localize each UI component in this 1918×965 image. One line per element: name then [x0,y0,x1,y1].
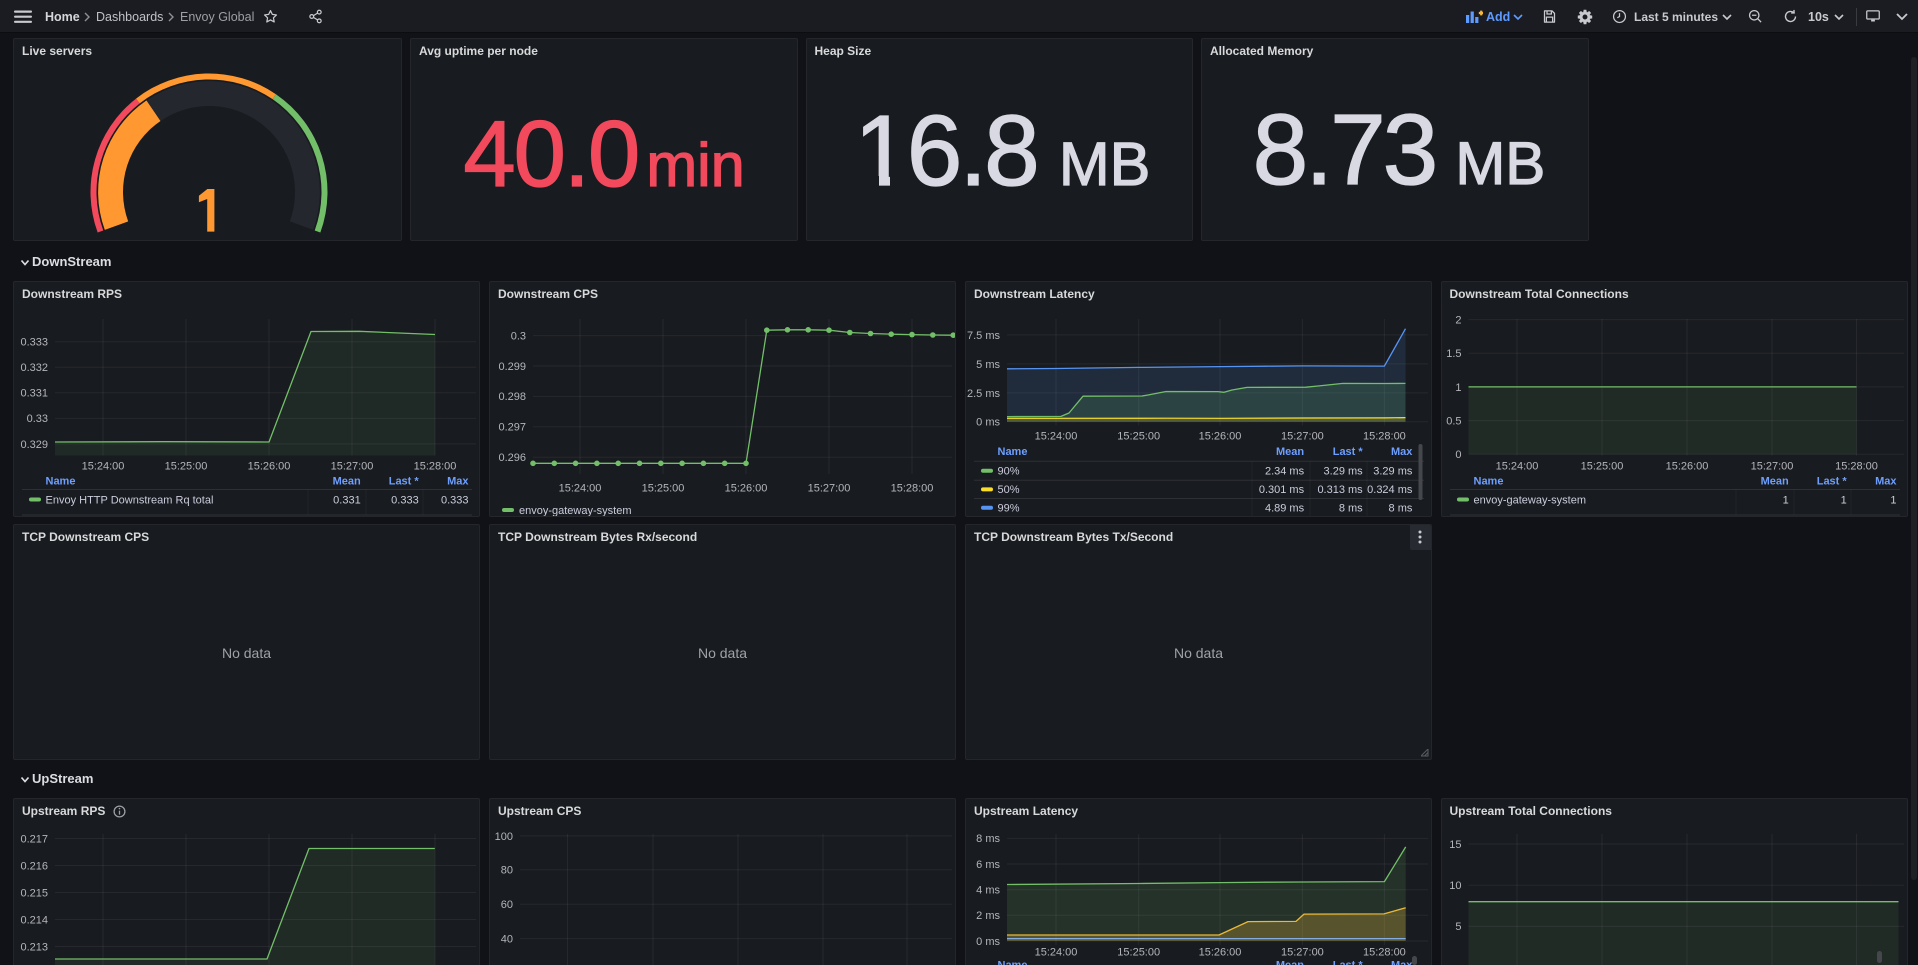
svg-text:2: 2 [1455,314,1461,326]
svg-text:0 ms: 0 ms [976,936,1000,948]
svg-text:Last *: Last * [389,475,420,487]
svg-text:15:26:00: 15:26:00 [725,482,768,494]
svg-text:5 ms: 5 ms [976,358,1000,370]
svg-text:2.5 ms: 2.5 ms [967,387,1001,399]
svg-text:0: 0 [1455,449,1461,461]
svg-text:1: 1 [1782,494,1788,506]
svg-text:15:26:00: 15:26:00 [1665,460,1708,472]
svg-text:15:28:00: 15:28:00 [1363,430,1406,442]
svg-text:envoy-gateway-system: envoy-gateway-system [1473,494,1586,506]
svg-text:15:28:00: 15:28:00 [1363,946,1406,958]
svg-text:0.296: 0.296 [498,452,526,464]
svg-text:Mean: Mean [333,475,361,487]
svg-text:15:27:00: 15:27:00 [1281,430,1324,442]
svg-text:15:24:00: 15:24:00 [82,460,125,472]
svg-text:0.313 ms: 0.313 ms [1317,484,1363,496]
svg-text:0.333: 0.333 [391,494,419,506]
svg-text:0.333: 0.333 [441,494,469,506]
svg-text:15:28:00: 15:28:00 [414,460,457,472]
svg-text:15:25:00: 15:25:00 [642,482,685,494]
svg-text:0.215: 0.215 [20,887,48,899]
svg-text:15:26:00: 15:26:00 [248,460,291,472]
svg-text:0.217: 0.217 [20,833,48,845]
svg-text:0.331: 0.331 [20,387,48,399]
svg-text:0.329: 0.329 [20,438,48,450]
svg-text:4.89 ms: 4.89 ms [1265,502,1305,514]
svg-text:Max: Max [1391,445,1413,457]
svg-text:0.298: 0.298 [498,391,526,403]
svg-text:0.5: 0.5 [1446,415,1461,427]
svg-text:15: 15 [1449,839,1461,851]
svg-text:15:27:00: 15:27:00 [1750,460,1793,472]
svg-text:Name: Name [1473,475,1503,487]
svg-text:90%: 90% [998,465,1020,477]
svg-text:0.213: 0.213 [20,941,48,953]
svg-text:15:27:00: 15:27:00 [1281,946,1324,958]
svg-text:4 ms: 4 ms [976,885,1000,897]
svg-text:0.331: 0.331 [333,494,361,506]
svg-text:15:24:00: 15:24:00 [1035,946,1078,958]
svg-text:2.34 ms: 2.34 ms [1265,465,1305,477]
svg-text:3.29 ms: 3.29 ms [1373,465,1413,477]
svg-text:Max: Max [1391,959,1413,965]
svg-text:15:26:00: 15:26:00 [1199,946,1242,958]
svg-text:Last *: Last * [1333,959,1364,965]
svg-text:15:27:00: 15:27:00 [331,460,374,472]
svg-text:15:27:00: 15:27:00 [808,482,851,494]
svg-text:0.3: 0.3 [511,330,526,342]
svg-text:0 ms: 0 ms [976,416,1000,428]
svg-text:100: 100 [495,831,513,843]
svg-text:1: 1 [1455,381,1461,393]
svg-text:0.33: 0.33 [27,413,48,425]
svg-text:1: 1 [1890,494,1896,506]
svg-text:8 ms: 8 ms [1389,502,1413,514]
svg-text:Mean: Mean [1276,959,1304,965]
svg-text:Mean: Mean [1760,475,1788,487]
svg-text:3.29 ms: 3.29 ms [1324,465,1364,477]
svg-text:8 ms: 8 ms [1339,502,1363,514]
svg-text:15:25:00: 15:25:00 [165,460,208,472]
svg-text:10: 10 [1449,880,1461,892]
svg-text:0.299: 0.299 [498,360,526,372]
svg-text:80: 80 [501,865,513,877]
svg-text:60: 60 [501,899,513,911]
svg-text:0.216: 0.216 [20,860,48,872]
svg-text:40: 40 [501,933,513,945]
svg-text:5: 5 [1455,921,1461,933]
svg-text:Max: Max [1875,475,1897,487]
svg-text:Mean: Mean [1276,445,1304,457]
svg-text:15:24:00: 15:24:00 [1035,430,1078,442]
svg-text:7.5 ms: 7.5 ms [967,329,1001,341]
svg-text:Name: Name [46,475,76,487]
svg-text:15:28:00: 15:28:00 [891,482,934,494]
svg-text:Name: Name [998,445,1028,457]
svg-text:1.5: 1.5 [1446,348,1461,360]
svg-text:0.333: 0.333 [20,336,48,348]
svg-text:15:25:00: 15:25:00 [1117,430,1160,442]
svg-text:99%: 99% [998,502,1020,514]
svg-text:6 ms: 6 ms [976,859,1000,871]
svg-text:50%: 50% [998,484,1020,496]
svg-text:15:28:00: 15:28:00 [1835,460,1878,472]
svg-text:Name: Name [998,959,1028,965]
svg-text:15:26:00: 15:26:00 [1199,430,1242,442]
svg-text:2 ms: 2 ms [976,910,1000,922]
svg-text:0.324 ms: 0.324 ms [1367,484,1413,496]
svg-text:Envoy HTTP Downstream Rq total: Envoy HTTP Downstream Rq total [46,494,214,506]
svg-text:Last *: Last * [1333,445,1364,457]
svg-text:0.301 ms: 0.301 ms [1259,484,1305,496]
svg-text:envoy-gateway-system: envoy-gateway-system [519,504,632,516]
svg-text:0.214: 0.214 [20,914,48,926]
svg-text:0.297: 0.297 [498,421,526,433]
svg-text:0.332: 0.332 [20,362,48,374]
svg-text:15:24:00: 15:24:00 [1495,460,1538,472]
svg-text:8 ms: 8 ms [976,833,1000,845]
svg-text:Last *: Last * [1816,475,1847,487]
svg-text:Max: Max [447,475,469,487]
svg-text:15:25:00: 15:25:00 [1117,946,1160,958]
svg-text:1: 1 [1840,494,1846,506]
svg-text:15:24:00: 15:24:00 [559,482,602,494]
svg-text:15:25:00: 15:25:00 [1580,460,1623,472]
